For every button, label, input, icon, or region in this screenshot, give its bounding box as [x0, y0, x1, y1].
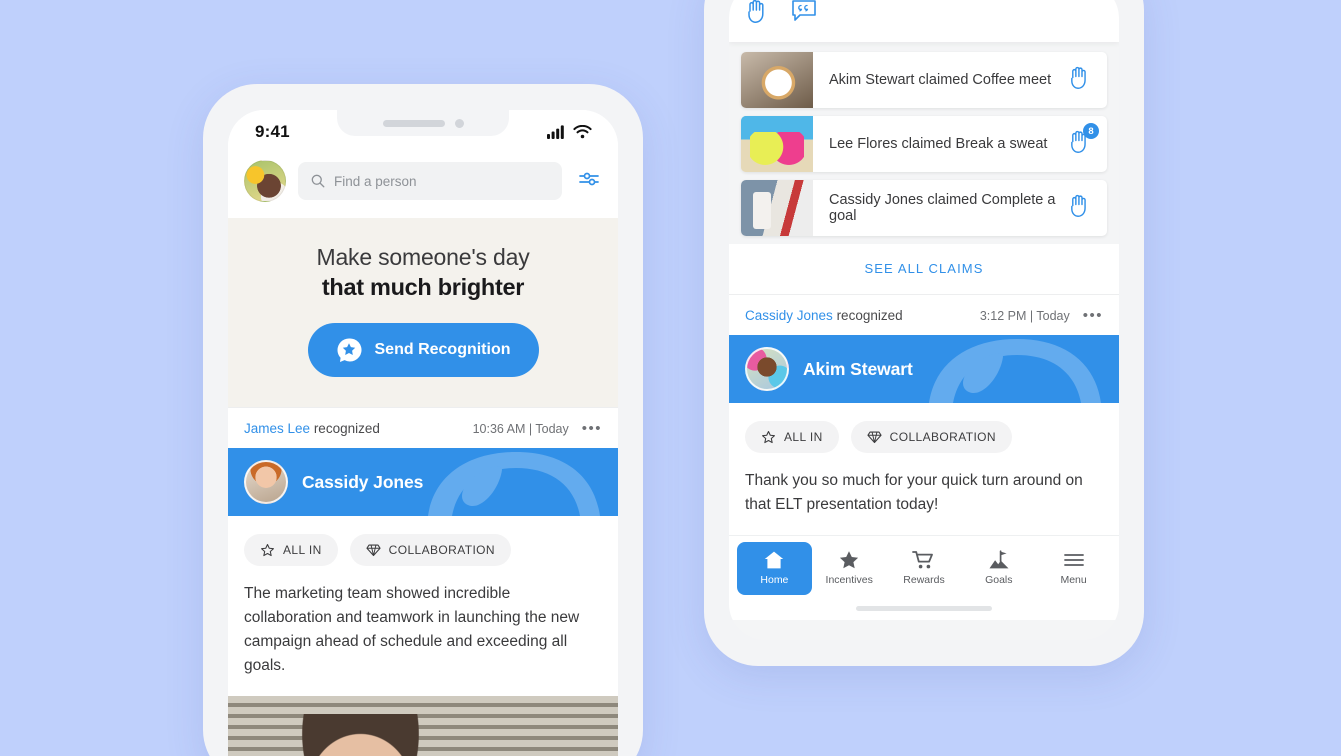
- star-outline-icon: [261, 543, 274, 556]
- recognition-banner: Akim Stewart: [729, 335, 1119, 403]
- tag-all-in[interactable]: ALL IN: [244, 534, 338, 566]
- star-outline-icon: [762, 430, 775, 443]
- filter-sliders-icon[interactable]: [574, 166, 604, 197]
- post-tags: ALL IN COLLABORATION: [228, 516, 618, 566]
- claim-text: Cassidy Jones claimed Complete a goal: [829, 192, 1056, 224]
- right-phone-frame: Akim Stewart claimed Coffee meet Lee Flo…: [704, 0, 1144, 666]
- reaction-row: [729, 0, 1119, 42]
- claim-text: Lee Flores claimed Break a sweat: [829, 136, 1048, 152]
- status-time: 9:41: [255, 122, 290, 141]
- post-message: Thank you so much for your quick turn ar…: [729, 453, 1119, 536]
- recipient-avatar[interactable]: [244, 460, 288, 504]
- left-phone-frame: 9:41 Find a person Make someone's day th…: [203, 84, 643, 756]
- post-author-line: James Lee recognized: [244, 421, 380, 436]
- shopping-cart-icon: [912, 551, 934, 569]
- tag-all-in[interactable]: ALL IN: [745, 421, 839, 453]
- nav-item-menu[interactable]: Menu: [1036, 542, 1111, 595]
- post-tags: ALL IN COLLABORATION: [729, 403, 1119, 453]
- left-phone-screen: 9:41 Find a person Make someone's day th…: [228, 110, 618, 756]
- recipient-name: Cassidy Jones: [302, 471, 424, 492]
- more-options-icon[interactable]: •••: [582, 421, 602, 436]
- phone-notch: [337, 110, 509, 136]
- send-recognition-label: Send Recognition: [374, 341, 511, 358]
- claim-text: Akim Stewart claimed Coffee meet: [829, 72, 1052, 88]
- nav-item-rewards[interactable]: Rewards: [887, 542, 962, 595]
- hamburger-menu-icon: [1063, 554, 1084, 566]
- claim-row[interactable]: Cassidy Jones claimed Complete a goal: [741, 180, 1107, 236]
- hero-line-1: Make someone's day: [316, 244, 530, 270]
- search-placeholder: Find a person: [334, 173, 417, 189]
- post-header: James Lee recognized 10:36 AM | Today ••…: [228, 407, 618, 448]
- wifi-icon: [573, 125, 592, 139]
- claims-list: Akim Stewart claimed Coffee meet Lee Flo…: [729, 42, 1119, 236]
- search-icon: [311, 174, 325, 188]
- high-five-hand-icon: [1071, 194, 1086, 217]
- right-phone-screen: Akim Stewart claimed Coffee meet Lee Flo…: [729, 0, 1119, 640]
- high-five-hand-icon[interactable]: [745, 0, 769, 24]
- post-author[interactable]: Cassidy Jones: [745, 308, 833, 323]
- search-header: Find a person: [228, 154, 618, 218]
- claim-thumbnail: [741, 180, 813, 236]
- nav-item-incentives[interactable]: Incentives: [812, 542, 887, 595]
- post-author-line: Cassidy Jones recognized: [745, 308, 903, 323]
- cellular-signal-icon: [547, 125, 564, 139]
- see-all-claims-link[interactable]: SEE ALL CLAIMS: [729, 244, 1119, 294]
- tag-label: COLLABORATION: [889, 430, 996, 444]
- nav-label: Rewards: [903, 574, 945, 587]
- post-action: recognized: [313, 421, 380, 436]
- nav-item-home[interactable]: Home: [737, 542, 812, 596]
- tag-label: ALL IN: [283, 543, 322, 557]
- claim-highfive-button[interactable]: 8: [1068, 123, 1107, 159]
- claim-highfive-button[interactable]: [1068, 193, 1107, 223]
- speaker-grille: [382, 119, 445, 127]
- post-header: Cassidy Jones recognized 3:12 PM | Today…: [729, 294, 1119, 335]
- claim-count-badge: 8: [1083, 123, 1099, 139]
- tag-label: COLLABORATION: [388, 543, 495, 557]
- front-camera-dot: [454, 118, 464, 128]
- tag-collaboration[interactable]: COLLABORATION: [349, 534, 511, 566]
- claim-row[interactable]: Akim Stewart claimed Coffee meet: [741, 52, 1107, 108]
- post-author[interactable]: James Lee: [244, 421, 310, 436]
- recipient-avatar[interactable]: [745, 347, 789, 391]
- post-timestamp: 10:36 AM | Today: [472, 421, 569, 436]
- star-filled-icon: [840, 551, 859, 569]
- user-avatar[interactable]: [244, 160, 286, 202]
- recognition-banner: Cassidy Jones: [228, 448, 618, 516]
- nav-label: Home: [760, 574, 789, 587]
- nav-item-goals[interactable]: Goals: [961, 542, 1036, 595]
- hero-line-2: that much brighter: [321, 274, 525, 300]
- flag-mountain-icon: [989, 550, 1009, 569]
- nav-label: Goals: [985, 574, 1013, 587]
- post-message: The marketing team showed incredible col…: [228, 566, 618, 697]
- post-timestamp: 3:12 PM | Today: [979, 308, 1070, 323]
- home-indicator: [729, 599, 1119, 621]
- tag-collaboration[interactable]: COLLABORATION: [850, 421, 1012, 453]
- more-options-icon[interactable]: •••: [1083, 308, 1103, 323]
- tag-label: ALL IN: [784, 430, 823, 444]
- search-input[interactable]: Find a person: [298, 162, 562, 200]
- diamond-outline-icon: [867, 431, 882, 444]
- nav-label: Menu: [1060, 574, 1087, 587]
- bottom-navigation: Home Incentives Rewards Goals Menu: [729, 535, 1119, 600]
- claim-thumbnail: [741, 52, 813, 108]
- send-recognition-button[interactable]: Send Recognition: [307, 323, 539, 377]
- claim-row[interactable]: Lee Flores claimed Break a sweat 8: [741, 116, 1107, 172]
- hero-section: Make someone's day that much brighter Se…: [228, 218, 618, 407]
- recipient-name: Akim Stewart: [803, 358, 913, 379]
- claim-thumbnail: [741, 116, 813, 172]
- post-action: recognized: [836, 308, 903, 323]
- high-five-hand-icon: [1071, 66, 1086, 89]
- comment-quote-icon[interactable]: [791, 0, 817, 23]
- post-attachment-image[interactable]: [228, 696, 618, 756]
- home-icon: [765, 551, 784, 569]
- claim-highfive-button[interactable]: [1068, 65, 1107, 95]
- recognition-badge-icon: [337, 338, 362, 362]
- diamond-outline-icon: [366, 544, 381, 557]
- nav-label: Incentives: [825, 574, 873, 587]
